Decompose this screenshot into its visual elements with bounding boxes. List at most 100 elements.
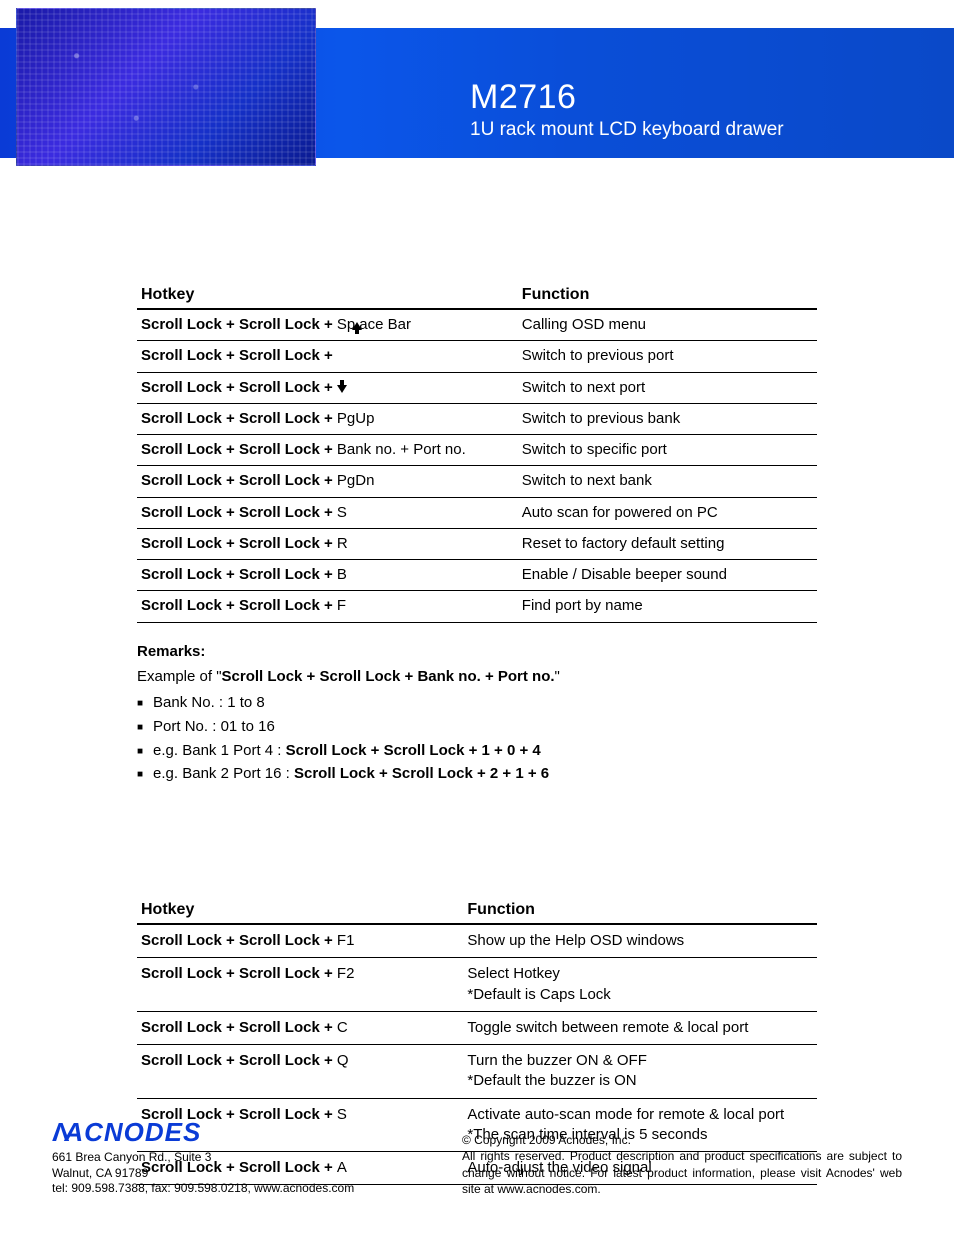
function-cell: Show up the Help OSD windows — [463, 924, 817, 958]
remark-bold: Scroll Lock + Scroll Lock + 2 + 1 + 6 — [294, 765, 549, 782]
hotkey-prefix: Scroll Lock + Scroll Lock + — [141, 965, 337, 982]
function-cell: Calling OSD menu — [518, 309, 817, 341]
product-subtitle: 1U rack mount LCD keyboard drawer — [470, 119, 784, 141]
remarks-example-prefix: Example of " — [137, 668, 222, 685]
hotkey-table-1: Hotkey Function Scroll Lock + Scroll Loc… — [137, 280, 817, 623]
list-item: e.g. Bank 2 Port 16 : Scroll Lock + Scro… — [137, 763, 817, 785]
remarks-title: Remarks: — [137, 641, 817, 663]
company-logo-text: ACNODES — [64, 1117, 201, 1147]
table-row: Scroll Lock + Scroll Lock + BEnable / Di… — [137, 560, 817, 591]
header-banner: M2716 1U rack mount LCD keyboard drawer — [0, 0, 954, 170]
hotkey-cell: Scroll Lock + Scroll Lock + — [137, 341, 518, 372]
hotkey-prefix: Scroll Lock + Scroll Lock + — [141, 1019, 337, 1036]
hotkey-prefix: Scroll Lock + Scroll Lock + — [141, 597, 337, 614]
table-row: Scroll Lock + Scroll Lock + Space BarCal… — [137, 309, 817, 341]
function-cell: Reset to factory default setting — [518, 528, 817, 559]
hotkey-key: R — [337, 535, 348, 552]
footer-right: © Copyright 2009 Acnodes, Inc. All right… — [462, 1132, 902, 1197]
table-row: Scroll Lock + Scroll Lock + RReset to fa… — [137, 528, 817, 559]
hotkey-key: C — [337, 1019, 348, 1036]
hotkey-key: PgDn — [337, 472, 375, 489]
hotkey-key: F1 — [337, 932, 355, 949]
function-cell: Find port by name — [518, 591, 817, 622]
table-row: Scroll Lock + Scroll Lock + SAuto scan f… — [137, 497, 817, 528]
banner-pcb-image — [16, 8, 316, 166]
table-row: Scroll Lock + Scroll Lock + F2Select Hot… — [137, 958, 817, 1012]
function-cell: Switch to next bank — [518, 466, 817, 497]
remarks-example-bold: Scroll Lock + Scroll Lock + Bank no. + P… — [222, 668, 555, 685]
hotkey-cell: Scroll Lock + Scroll Lock + — [137, 372, 518, 403]
list-item: e.g. Bank 1 Port 4 : Scroll Lock + Scrol… — [137, 740, 817, 762]
hotkey-cell: Scroll Lock + Scroll Lock + F1 — [137, 924, 463, 958]
hotkey-key: F — [337, 597, 346, 614]
hotkey-prefix: Scroll Lock + Scroll Lock + — [141, 441, 337, 458]
remark-plain: Port No. : 01 to 16 — [153, 718, 275, 735]
hotkey-key: S — [337, 504, 347, 521]
footer-left: ΛACNODES 661 Brea Canyon Rd., Suite 3 Wa… — [52, 1116, 354, 1197]
remark-plain: e.g. Bank 1 Port 4 : — [153, 742, 286, 759]
hotkey-key: ace Bar — [359, 316, 411, 333]
hotkey-key: B — [337, 566, 347, 583]
remark-plain: Bank No. : 1 to 8 — [153, 694, 265, 711]
table-row: Scroll Lock + Scroll Lock + Bank no. + P… — [137, 435, 817, 466]
function-cell: Auto scan for powered on PC — [518, 497, 817, 528]
hotkey-prefix: Scroll Lock + Scroll Lock + — [141, 535, 337, 552]
function-cell: Turn the buzzer ON & OFF*Default the buz… — [463, 1045, 817, 1099]
footer-copyright: © Copyright 2009 Acnodes, Inc. — [462, 1132, 902, 1148]
remarks-example-suffix: " — [555, 668, 560, 685]
list-item: Port No. : 01 to 16 — [137, 716, 817, 738]
footer-addr2: Walnut, CA 91789 — [52, 1166, 354, 1182]
arrow-up-icon — [352, 322, 362, 330]
hotkey-cell: Scroll Lock + Scroll Lock + Q — [137, 1045, 463, 1099]
hotkey-prefix: Scroll Lock + Scroll Lock + — [141, 316, 337, 333]
col-hotkey: Hotkey — [137, 280, 518, 309]
hotkey-cell: Scroll Lock + Scroll Lock + R — [137, 528, 518, 559]
hotkey-cell: Scroll Lock + Scroll Lock + B — [137, 560, 518, 591]
list-item: Bank No. : 1 to 8 — [137, 692, 817, 714]
company-logo: ΛACNODES — [52, 1116, 354, 1150]
function-cell: Switch to specific port — [518, 435, 817, 466]
hotkey-cell: Scroll Lock + Scroll Lock + Space Bar — [137, 309, 518, 341]
remark-bold: Scroll Lock + Scroll Lock + 1 + 0 + 4 — [286, 742, 541, 759]
table-row: Scroll Lock + Scroll Lock + QTurn the bu… — [137, 1045, 817, 1099]
hotkey-prefix: Scroll Lock + Scroll Lock + — [141, 932, 337, 949]
hotkey-cell: Scroll Lock + Scroll Lock + PgUp — [137, 403, 518, 434]
col-function: Function — [518, 280, 817, 309]
remark-plain: e.g. Bank 2 Port 16 : — [153, 765, 294, 782]
table-row: Scroll Lock + Scroll Lock + PgUpSwitch t… — [137, 403, 817, 434]
hotkey-prefix: Scroll Lock + Scroll Lock + — [141, 472, 337, 489]
col-function-2: Function — [463, 895, 817, 924]
hotkey-prefix: Scroll Lock + Scroll Lock + — [141, 1052, 337, 1069]
function-cell: Select Hotkey*Default is Caps Lock — [463, 958, 817, 1012]
function-cell: Enable / Disable beeper sound — [518, 560, 817, 591]
function-cell: Switch to previous port — [518, 341, 817, 372]
product-model: M2716 — [470, 78, 784, 117]
table-row: Scroll Lock + Scroll Lock + F1Show up th… — [137, 924, 817, 958]
arrow-down-icon — [337, 385, 347, 393]
hotkey-cell: Scroll Lock + Scroll Lock + S — [137, 497, 518, 528]
table-row: Scroll Lock + Scroll Lock + FFind port b… — [137, 591, 817, 622]
remarks-example: Example of "Scroll Lock + Scroll Lock + … — [137, 666, 817, 688]
footer-addr3: tel: 909.598.7388, fax: 909.598.0218, ww… — [52, 1181, 354, 1197]
footer-addr1: 661 Brea Canyon Rd., Suite 3 — [52, 1150, 354, 1166]
function-cell: Switch to next port — [518, 372, 817, 403]
hotkey-prefix: Scroll Lock + Scroll Lock + — [141, 504, 337, 521]
hotkey-prefix: Scroll Lock + Scroll Lock + — [141, 379, 337, 396]
footer-legal: All rights reserved. Product description… — [462, 1148, 902, 1197]
table-row: Scroll Lock + Scroll Lock + Switch to pr… — [137, 341, 817, 372]
hotkey-key: Bank no. + Port no. — [337, 441, 466, 458]
table-row: Scroll Lock + Scroll Lock + Switch to ne… — [137, 372, 817, 403]
function-cell: Toggle switch between remote & local por… — [463, 1011, 817, 1044]
hotkey-prefix: Scroll Lock + Scroll Lock + — [141, 410, 337, 427]
hotkey-prefix: Scroll Lock + Scroll Lock + — [141, 347, 333, 364]
hotkey-cell: Scroll Lock + Scroll Lock + F2 — [137, 958, 463, 1012]
table-row: Scroll Lock + Scroll Lock + PgDnSwitch t… — [137, 466, 817, 497]
table-row: Scroll Lock + Scroll Lock + CToggle swit… — [137, 1011, 817, 1044]
page-footer: ΛACNODES 661 Brea Canyon Rd., Suite 3 Wa… — [52, 1116, 902, 1197]
col-hotkey-2: Hotkey — [137, 895, 463, 924]
function-cell: Switch to previous bank — [518, 403, 817, 434]
hotkey-cell: Scroll Lock + Scroll Lock + F — [137, 591, 518, 622]
hotkey-cell: Scroll Lock + Scroll Lock + C — [137, 1011, 463, 1044]
hotkey-key: F2 — [337, 965, 355, 982]
hotkey-cell: Scroll Lock + Scroll Lock + PgDn — [137, 466, 518, 497]
